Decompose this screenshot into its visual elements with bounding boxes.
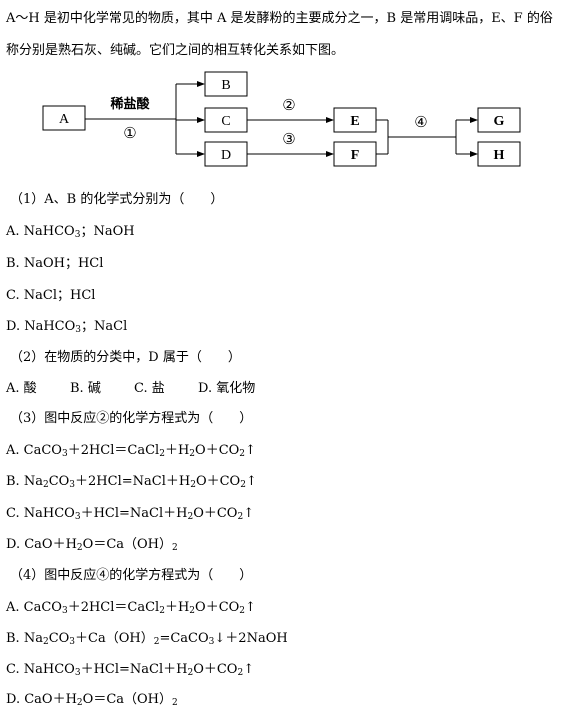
- subscript: 2: [172, 698, 178, 708]
- formula-text: ↑: [245, 474, 257, 489]
- q3-option-c[interactable]: C. NaHCO3＋HCl=NaCl＋H2O＋CO2↑: [6, 502, 255, 522]
- formula-text: =CaCO: [159, 631, 209, 646]
- formula-text: ↓＋2NaOH: [214, 631, 288, 646]
- node-H: H: [494, 148, 505, 163]
- formula-text: B. Na: [6, 631, 43, 646]
- formula-text: A. CaCO: [6, 443, 62, 458]
- q2-stem: （2）在物质的分类中，D 属于（ ）: [10, 350, 241, 365]
- q1-option-d[interactable]: D. NaHCO3；NaCl: [6, 315, 128, 335]
- q3-stem: （3）图中反应②的化学方程式为（ ）: [10, 411, 253, 426]
- q4-option-b[interactable]: B. Na2CO3＋Ca（OH）2=CaCO3↓＋2NaOH: [6, 627, 288, 647]
- q1-option-b[interactable]: B. NaOH；HCl: [6, 252, 103, 271]
- q4-stem: （4）图中反应④的化学方程式为（ ）: [10, 568, 253, 583]
- q3-option-b[interactable]: B. Na2CO3＋2HCl=NaCl＋H2O＋CO2↑: [6, 470, 257, 490]
- formula-text: B. Na: [6, 474, 43, 489]
- q1-option-a[interactable]: A. NaHCO3；NaOH: [6, 220, 135, 240]
- q3-option-d[interactable]: D. CaO＋H2O＝Ca（OH）2: [6, 533, 178, 553]
- formula-text: CO: [48, 474, 70, 489]
- formula-text: CO: [48, 631, 70, 646]
- formula-text: O＋CO: [195, 443, 240, 458]
- q2-option-d[interactable]: D. 氧化物: [198, 377, 255, 396]
- node-C: C: [221, 114, 230, 129]
- q2-options: A. 酸 B. 碱 C. 盐 D. 氧化物: [6, 377, 255, 396]
- reaction-label-2: ②: [282, 98, 295, 114]
- q2-option-c[interactable]: C. 盐: [134, 377, 198, 396]
- node-A: A: [59, 112, 70, 127]
- formula-text: ；NaCl: [81, 319, 128, 334]
- formula-text: ＋2HCl=NaCl＋H: [75, 474, 191, 489]
- q3-option-a[interactable]: A. CaCO3＋2HCl＝CaCl2＋H2O＋CO2↑: [6, 439, 256, 459]
- reaction-label-1: ①: [123, 126, 136, 142]
- formula-text: O＝Ca（OH）: [82, 537, 173, 552]
- reagent-label: 稀盐酸: [110, 96, 150, 111]
- node-D: D: [221, 148, 231, 163]
- q1-option-c[interactable]: C. NaCl；HCl: [6, 284, 95, 303]
- node-G: G: [494, 114, 505, 129]
- q2-option-b[interactable]: B. 碱: [70, 377, 134, 396]
- node-F: F: [351, 148, 360, 163]
- subscript: 2: [172, 543, 178, 553]
- formula-text: D. CaO＋H: [6, 692, 77, 707]
- formula-text: ；NaOH: [80, 224, 135, 239]
- formula-text: D. NaHCO: [6, 319, 76, 334]
- formula-text: C. NaHCO: [6, 662, 75, 677]
- q2-option-a[interactable]: A. 酸: [6, 377, 70, 396]
- formula-text: ＋2HCl＝CaCl: [67, 600, 160, 615]
- formula-text: ↑: [243, 662, 255, 677]
- formula-text: ＋HCl=NaCl＋H: [80, 506, 188, 521]
- reaction-label-4: ④: [414, 115, 427, 131]
- q4-option-c[interactable]: C. NaHCO3＋HCl=NaCl＋H2O＋CO2↑: [6, 658, 255, 678]
- reaction-label-3: ③: [282, 132, 295, 148]
- formula-text: O＝Ca（OH）: [82, 692, 173, 707]
- formula-text: A. CaCO: [6, 600, 62, 615]
- formula-text: ＋2HCl＝CaCl: [67, 443, 160, 458]
- formula-text: ＋Ca（OH）: [75, 631, 154, 646]
- formula-text: ↑: [243, 506, 255, 521]
- q4-option-a[interactable]: A. CaCO3＋2HCl＝CaCl2＋H2O＋CO2↑: [6, 596, 256, 616]
- formula-text: ↑: [245, 600, 256, 615]
- node-E: E: [350, 114, 359, 129]
- formula-text: ＋H: [164, 600, 190, 615]
- formula-text: O＋CO: [195, 474, 241, 489]
- formula-text: ↑: [245, 443, 256, 458]
- formula-text: ＋H: [164, 443, 190, 458]
- formula-text: O＋CO: [195, 600, 240, 615]
- q1-stem: （1）A、B 的化学式分别为（ ）: [10, 192, 224, 207]
- formula-text: ＋HCl=NaCl＋H: [80, 662, 188, 677]
- node-B: B: [221, 78, 230, 93]
- conversion-diagram: A B C D E F G H 稀盐酸 ① ② ③ ④: [42, 71, 521, 167]
- q4-option-d[interactable]: D. CaO＋H2O＝Ca（OH）2: [6, 688, 178, 708]
- formula-text: O＋CO: [193, 506, 238, 521]
- formula-text: C. NaHCO: [6, 506, 75, 521]
- formula-text: A. NaHCO: [6, 224, 75, 239]
- formula-text: O＋CO: [193, 662, 238, 677]
- formula-text: D. CaO＋H: [6, 537, 77, 552]
- problem-intro: A～H 是初中化学常见的物质，其中 A 是发酵粉的主要成分之一，B 是常用调味品…: [6, 11, 553, 58]
